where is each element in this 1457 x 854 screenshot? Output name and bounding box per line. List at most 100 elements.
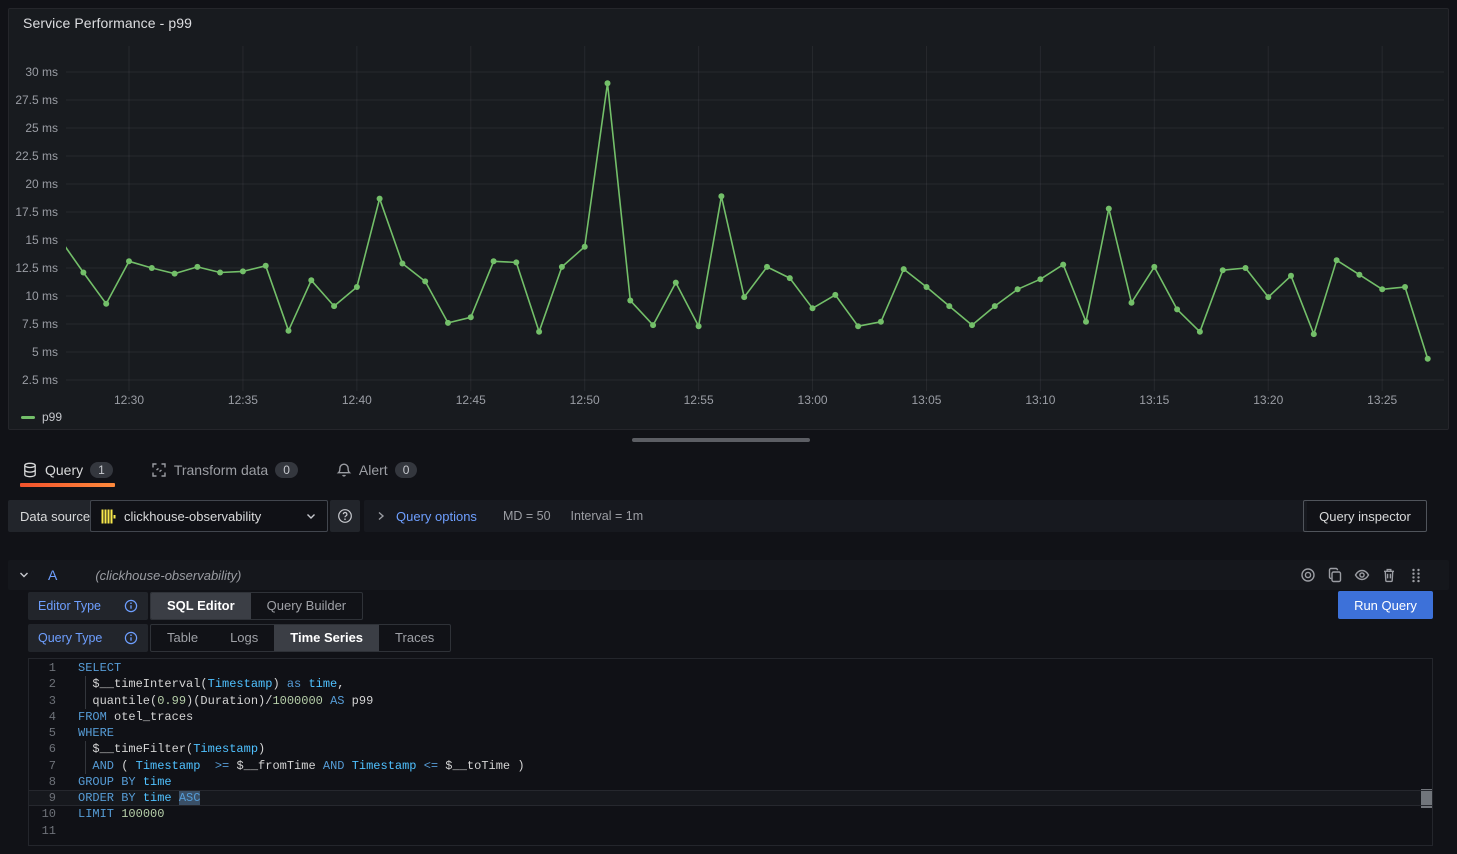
query-type-label-box: Query Type: [28, 624, 148, 652]
svg-text:13:10: 13:10: [1025, 393, 1055, 407]
drag-handle-icon[interactable]: [1408, 567, 1424, 583]
code-text: AND ( Timestamp >= $__fromTime AND Times…: [78, 758, 525, 774]
svg-text:20 ms: 20 ms: [25, 177, 58, 191]
query-datasource-hint: (clickhouse-observability): [95, 568, 241, 583]
bell-icon: [336, 462, 352, 478]
query-row-header[interactable]: A (clickhouse-observability): [8, 560, 1449, 590]
query-type-option-logs[interactable]: Logs: [214, 625, 274, 651]
query-ref-id: A: [48, 567, 57, 583]
max-data-points-value: MD = 50: [503, 509, 551, 523]
line-number: 2: [29, 676, 56, 692]
tab-transform-data[interactable]: Transform data 0: [149, 452, 300, 487]
svg-text:13:25: 13:25: [1367, 393, 1397, 407]
run-query-button[interactable]: Run Query: [1338, 591, 1433, 619]
code-text: FROM otel_traces: [78, 709, 193, 725]
duplicate-query-icon[interactable]: [1327, 567, 1343, 583]
code-line-8: 8 GROUP BY time: [29, 774, 1432, 790]
clickhouse-logo-icon: [101, 509, 116, 524]
svg-text:15 ms: 15 ms: [25, 233, 58, 247]
chevron-down-icon: [305, 510, 317, 522]
tab-query[interactable]: Query 1: [20, 452, 115, 487]
editor-type-switch: SQL Editor Query Builder: [150, 592, 363, 620]
svg-text:30 ms: 30 ms: [25, 65, 58, 79]
line-number: 11: [29, 823, 56, 839]
code-line-6: 6 $__timeFilter(Timestamp): [29, 741, 1432, 757]
code-text: $__timeFilter(Timestamp): [78, 741, 265, 757]
svg-text:2.5 ms: 2.5 ms: [22, 373, 58, 387]
tab-alert-badge: 0: [395, 462, 418, 478]
line-number: 10: [29, 806, 56, 822]
remove-query-trash-icon[interactable]: [1381, 567, 1397, 583]
collapse-chevron-icon[interactable]: [18, 569, 30, 581]
query-type-option-traces[interactable]: Traces: [379, 625, 450, 651]
svg-text:27.5 ms: 27.5 ms: [15, 93, 58, 107]
line-number: 3: [29, 693, 56, 709]
query-options-link[interactable]: Query options: [396, 509, 477, 524]
tab-label: Alert: [359, 462, 388, 478]
tab-label: Transform data: [174, 462, 268, 478]
info-circle-icon[interactable]: [124, 631, 138, 645]
editor-type-option-query-builder[interactable]: Query Builder: [251, 593, 362, 619]
interval-value: Interval = 1m: [571, 509, 644, 523]
timeseries-panel: Service Performance - p99 2.5 ms5 ms7.5 …: [8, 8, 1449, 430]
editor-type-label: Editor Type: [38, 599, 101, 613]
angle-right-icon: [376, 511, 386, 521]
code-line-11: 11: [29, 823, 1432, 839]
svg-text:13:15: 13:15: [1139, 393, 1169, 407]
query-type-option-time-series[interactable]: Time Series: [274, 625, 379, 651]
tab-transform-badge: 0: [275, 462, 298, 478]
svg-text:13:00: 13:00: [798, 393, 828, 407]
svg-text:12:55: 12:55: [684, 393, 714, 407]
code-line-10: 10 LIMIT 100000: [29, 806, 1432, 822]
code-text: $__timeInterval(Timestamp) as time,: [78, 676, 344, 692]
tab-alert[interactable]: Alert 0: [334, 452, 419, 487]
query-type-label: Query Type: [38, 631, 102, 645]
sql-code-editor[interactable]: 1 SELECT 2 $__timeInterval(Timestamp) as t…: [28, 658, 1433, 846]
query-options-bar[interactable]: Query options MD = 50 Interval = 1m: [364, 500, 1307, 532]
tab-query-badge: 1: [90, 462, 113, 478]
editor-type-label-box: Editor Type: [28, 592, 148, 620]
svg-text:13:05: 13:05: [911, 393, 941, 407]
info-circle-icon[interactable]: [124, 599, 138, 613]
question-circle-icon: [337, 508, 353, 524]
svg-text:10 ms: 10 ms: [25, 289, 58, 303]
svg-text:17.5 ms: 17.5 ms: [15, 205, 58, 219]
disable-query-icon[interactable]: [1300, 567, 1316, 583]
svg-text:5 ms: 5 ms: [32, 345, 58, 359]
code-text: WHERE: [78, 725, 114, 741]
line-number: 8: [29, 774, 56, 790]
line-number: 7: [29, 758, 56, 774]
hide-response-eye-icon[interactable]: [1354, 567, 1370, 583]
code-text: SELECT: [78, 660, 121, 676]
svg-text:13:20: 13:20: [1253, 393, 1283, 407]
legend-series-label: p99: [42, 410, 62, 424]
svg-text:12.5 ms: 12.5 ms: [15, 261, 58, 275]
svg-text:7.5 ms: 7.5 ms: [22, 317, 58, 331]
svg-text:22.5 ms: 22.5 ms: [15, 149, 58, 163]
code-text: quantile(0.99)(Duration)/1000000 AS p99: [78, 693, 373, 709]
line-number: 4: [29, 709, 56, 725]
datasource-help-button[interactable]: [330, 500, 360, 532]
line-number: 1: [29, 660, 56, 676]
editor-type-option-sql-editor[interactable]: SQL Editor: [151, 593, 251, 619]
tab-label: Query: [45, 462, 83, 478]
code-line-5: 5 WHERE: [29, 725, 1432, 741]
svg-text:12:50: 12:50: [570, 393, 600, 407]
svg-text:12:30: 12:30: [114, 393, 144, 407]
database-icon: [22, 462, 38, 478]
time-series-chart[interactable]: 2.5 ms 5 ms 7.5 ms 10 ms 12.5 ms 15 ms 17.5 ms…: [9, 9, 1448, 429]
transform-icon: [151, 462, 167, 478]
svg-text:12:35: 12:35: [228, 393, 258, 407]
panel-edit-tabs: Query 1 Transform data 0 Alert 0: [20, 452, 419, 487]
code-text: LIMIT 100000: [78, 806, 164, 822]
code-text: GROUP BY time: [78, 774, 172, 790]
line-number: 5: [29, 725, 56, 741]
horizontal-scrollbar-thumb[interactable]: [632, 438, 810, 442]
query-inspector-button[interactable]: Query inspector: [1303, 500, 1427, 532]
query-type-option-table[interactable]: Table: [151, 625, 214, 651]
legend-item-p99[interactable]: p99: [21, 410, 62, 424]
query-toolbar: Data source clickhouse-observability Que…: [8, 500, 1449, 532]
code-line-1: 1 SELECT: [29, 660, 1432, 676]
datasource-picker[interactable]: clickhouse-observability: [90, 500, 328, 532]
code-line-7: 7 AND ( Timestamp >= $__fromTime AND Tim…: [29, 758, 1432, 774]
